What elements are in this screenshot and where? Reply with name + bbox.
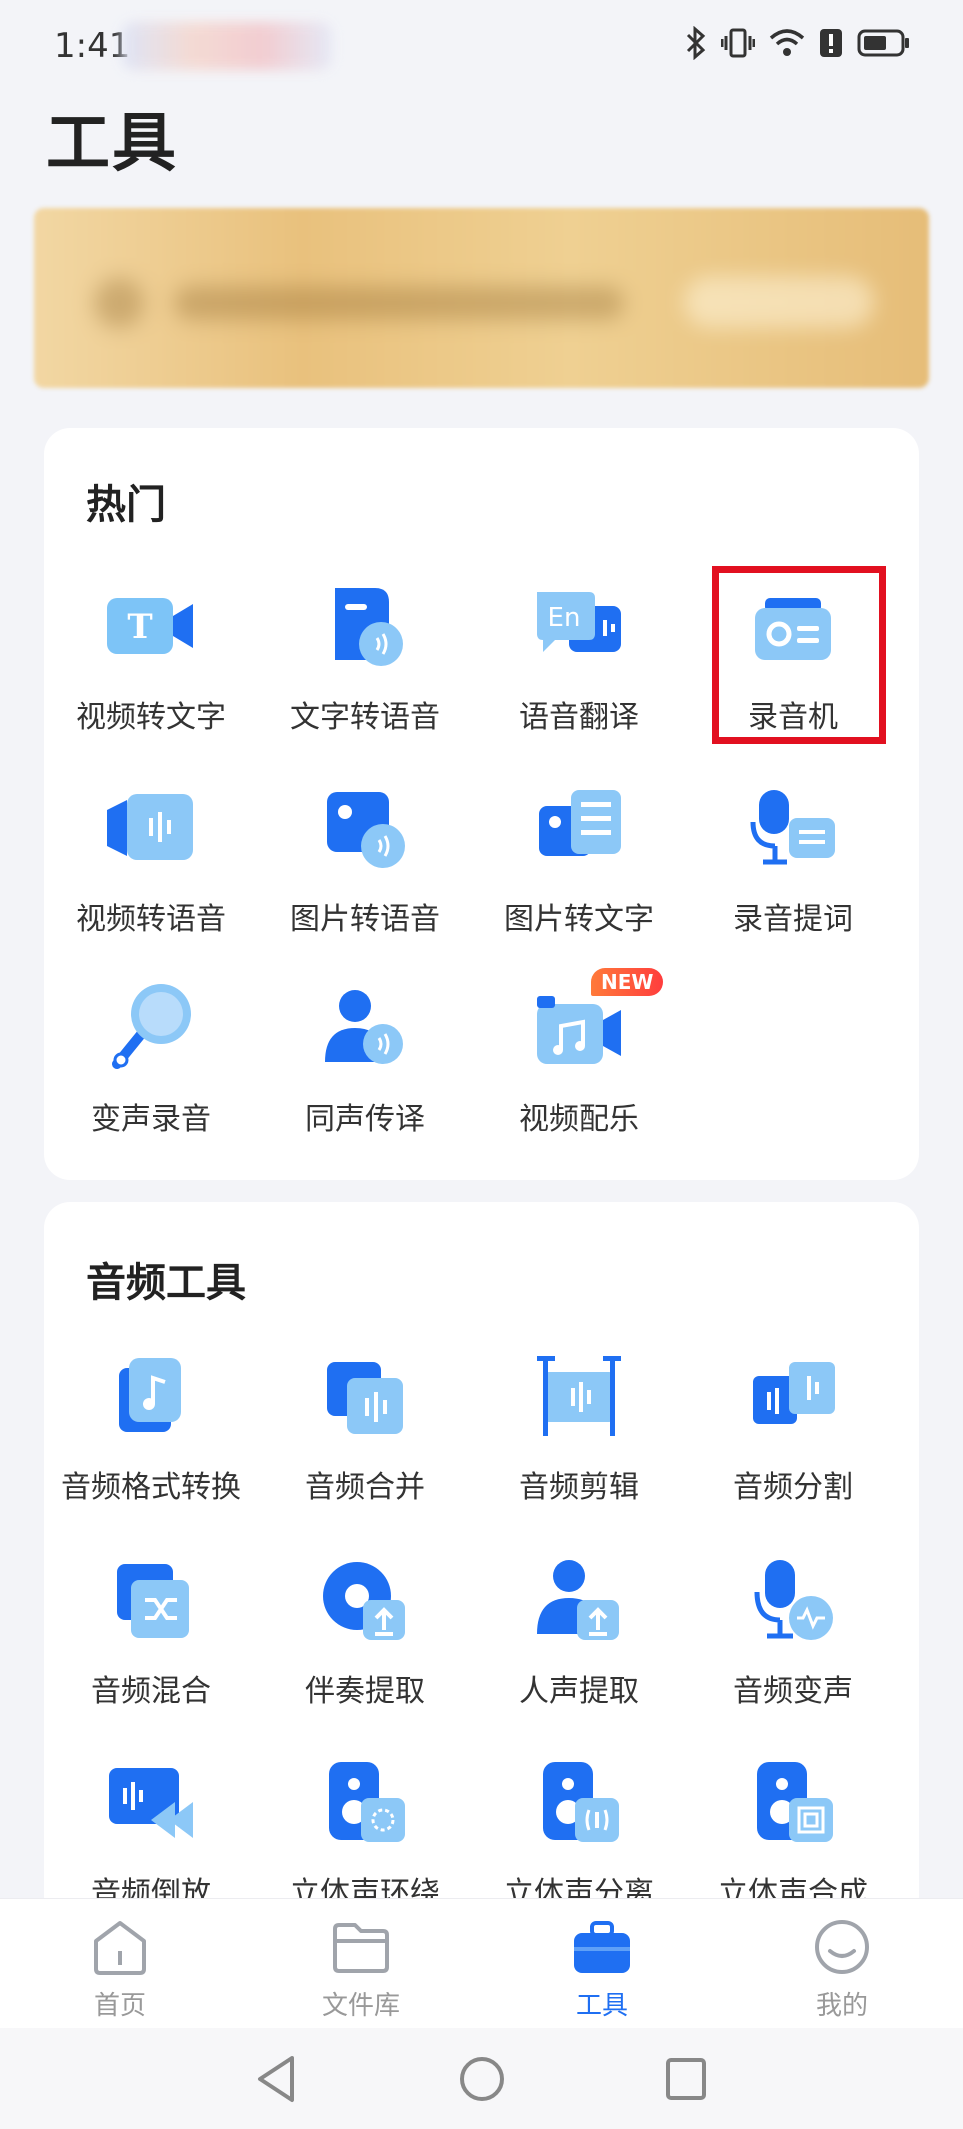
image-to-text-icon [531, 780, 627, 876]
tool-label: 音频分割 [733, 1470, 853, 1505]
bottom-nav: 首页 文件库 工具 我的 [0, 1898, 963, 2029]
tool-label: 视频转语音 [76, 902, 226, 937]
system-nav-bar [0, 2028, 963, 2129]
tool-image-to-text[interactable]: 图片转文字 [474, 780, 684, 938]
tool-video-to-text[interactable]: T 视频转文字 [46, 578, 256, 736]
tool-label: 录音提词 [733, 902, 853, 937]
tool-audio-merge[interactable]: 音频合并 [260, 1348, 470, 1506]
tool-teleprompter[interactable]: 录音提词 [688, 780, 898, 938]
tool-label: 图片转语音 [290, 902, 440, 937]
folder-icon [331, 1923, 391, 1979]
tool-voice-change-record[interactable]: 变声录音 [46, 980, 256, 1138]
tool-accompaniment-extract[interactable]: 伴奏提取 [260, 1552, 470, 1710]
tool-label: 图片转文字 [504, 902, 654, 937]
audio-format-convert-icon [103, 1348, 199, 1444]
tool-label: 音频合并 [305, 1470, 425, 1505]
nav-files[interactable]: 文件库 [291, 1919, 431, 2022]
tool-image-to-audio[interactable]: 图片转语音 [260, 780, 470, 938]
hot-section-title: 热门 [86, 482, 166, 528]
tool-label: 音频格式转换 [61, 1470, 241, 1505]
alert-icon [819, 28, 843, 62]
tool-stereo-compose[interactable]: 立体声合成 [688, 1754, 898, 1912]
tool-voice-translate[interactable]: En 语音翻译 [474, 578, 684, 736]
tool-simultaneous-interpret[interactable]: 同声传译 [260, 980, 470, 1138]
tool-label: 变声录音 [91, 1102, 211, 1137]
wifi-icon [769, 28, 805, 62]
audio-split-icon [745, 1348, 841, 1444]
tool-label: 音频变声 [733, 1674, 853, 1709]
page-title: 工具 [46, 107, 178, 181]
home-circle-icon[interactable] [458, 2054, 506, 2108]
tool-video-music[interactable]: NEW 视频配乐 [474, 968, 684, 1138]
tool-label: 视频转文字 [76, 700, 226, 735]
tool-label: 伴奏提取 [305, 1674, 425, 1709]
tool-audio-reverse[interactable]: 音频倒放 [46, 1754, 256, 1912]
nav-tools[interactable]: 工具 [532, 1919, 672, 2022]
battery-icon [857, 29, 911, 61]
tool-stereo-surround[interactable]: 立体声环绕 [260, 1754, 470, 1912]
tool-label: 同声传译 [305, 1102, 425, 1137]
audio-merge-icon [317, 1348, 413, 1444]
nav-home[interactable]: 首页 [50, 1919, 190, 2022]
vocal-extract-icon [531, 1552, 627, 1648]
blurred-notification-area [122, 22, 332, 70]
audio-tools-card: 音频工具 音频格式转换 音频合并 音频剪辑 音频分割 音频混合 伴奏提取 人声提… [44, 1202, 919, 1922]
tool-text-to-speech[interactable]: 文字转语音 [260, 578, 470, 736]
tool-audio-mix[interactable]: 音频混合 [46, 1552, 256, 1710]
profile-icon [812, 1920, 872, 1979]
tool-label: 音频混合 [91, 1674, 211, 1709]
video-to-text-icon: T [103, 578, 199, 674]
simultaneous-interpret-icon [317, 980, 413, 1076]
voice-change-record-icon [103, 980, 199, 1076]
toolbox-icon [572, 1921, 632, 1979]
audio-cut-icon [531, 1348, 627, 1444]
tool-audio-cut[interactable]: 音频剪辑 [474, 1348, 684, 1506]
video-music-icon: NEW [531, 968, 664, 1076]
stereo-compose-icon [745, 1754, 841, 1850]
status-time: 1:41 [54, 26, 131, 66]
tool-stereo-separate[interactable]: 立体声分离 [474, 1754, 684, 1912]
teleprompter-icon [745, 780, 841, 876]
tool-label: 语音翻译 [519, 700, 639, 735]
nav-label: 文件库 [321, 1991, 400, 2021]
tool-label: 人声提取 [519, 1674, 639, 1709]
video-to-audio-icon [103, 780, 199, 876]
audio-mix-icon [103, 1552, 199, 1648]
tool-audio-split[interactable]: 音频分割 [688, 1348, 898, 1506]
stereo-separate-icon [531, 1754, 627, 1850]
stereo-surround-icon [317, 1754, 413, 1850]
status-bar: 1:41 [0, 0, 963, 100]
tool-vocal-extract[interactable]: 人声提取 [474, 1552, 684, 1710]
nav-label: 我的 [815, 1991, 868, 2021]
tool-label: 视频配乐 [519, 1102, 639, 1137]
audio-voice-change-icon [745, 1552, 841, 1648]
back-icon[interactable] [254, 2054, 298, 2108]
voice-translate-icon: En [531, 578, 627, 674]
hot-tools-card: 热门 T 视频转文字 文字转语音 En 语音翻译 录音机 视频转语音 图片转语音… [44, 428, 919, 1180]
recent-apps-icon[interactable] [664, 2054, 708, 2108]
tool-audio-format-convert[interactable]: 音频格式转换 [46, 1348, 256, 1506]
text-to-speech-icon [317, 578, 413, 674]
home-icon [90, 1921, 150, 1979]
bluetooth-icon [685, 25, 707, 64]
promo-banner[interactable] [34, 208, 929, 388]
system-status-icons [685, 25, 911, 64]
nav-label: 首页 [93, 1991, 146, 2021]
svg-text:T: T [127, 607, 152, 647]
audio-reverse-icon [103, 1754, 199, 1850]
tool-label: 音频剪辑 [519, 1470, 639, 1505]
nav-profile[interactable]: 我的 [772, 1919, 912, 2022]
tool-audio-voice-change[interactable]: 音频变声 [688, 1552, 898, 1710]
accompaniment-extract-icon [317, 1552, 413, 1648]
new-badge: NEW [591, 968, 664, 996]
svg-text:En: En [548, 603, 581, 633]
vibrate-icon [720, 26, 756, 64]
tool-video-to-audio[interactable]: 视频转语音 [46, 780, 256, 938]
highlight-annotation-box [712, 566, 886, 744]
image-to-audio-icon [317, 780, 413, 876]
audio-section-title: 音频工具 [86, 1260, 246, 1306]
tool-label: 文字转语音 [290, 700, 440, 735]
nav-label: 工具 [575, 1991, 628, 2021]
